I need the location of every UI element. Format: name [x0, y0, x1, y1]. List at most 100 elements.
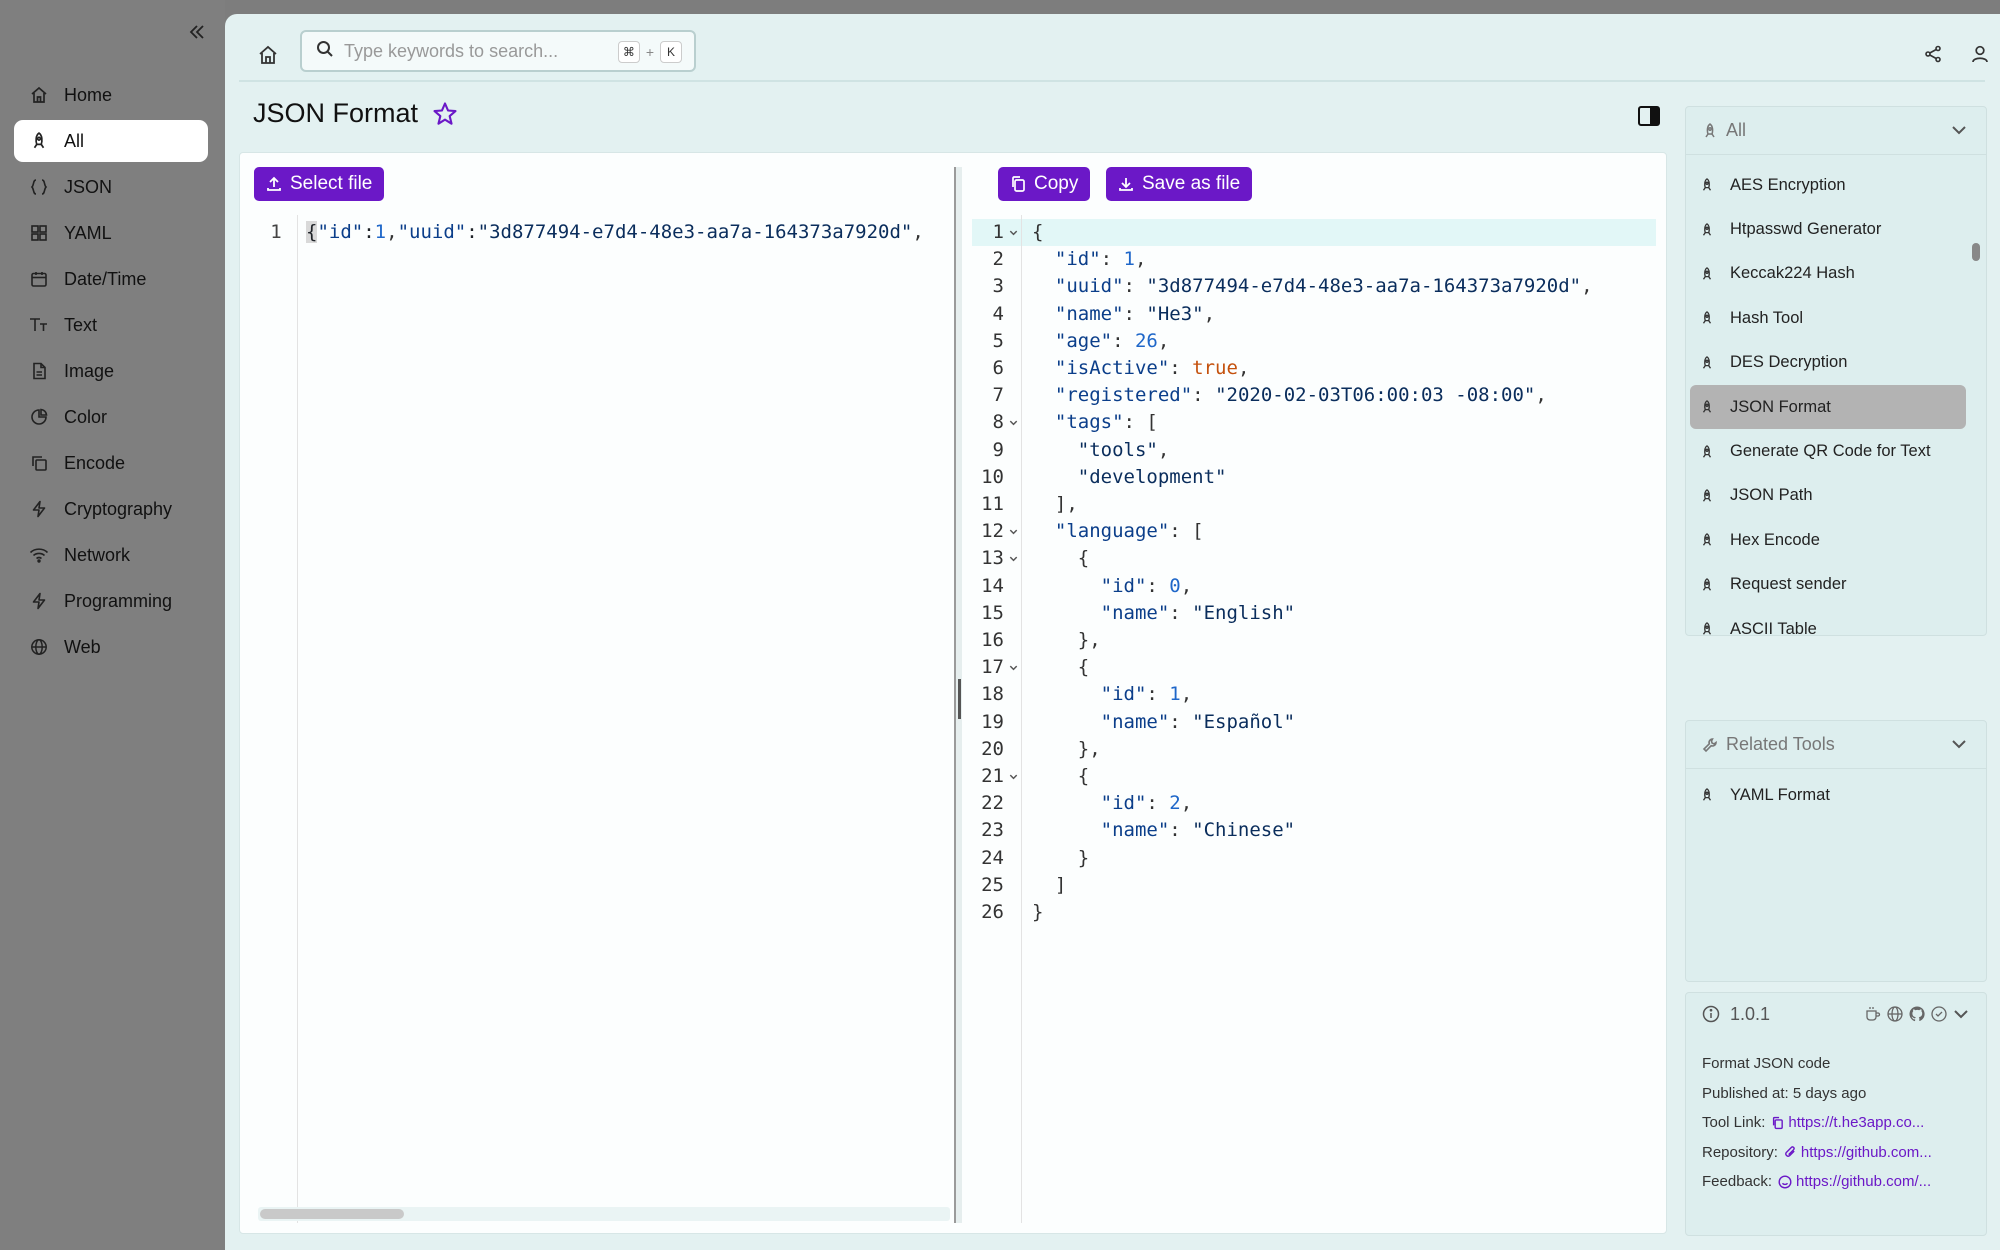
fold-chevron-icon[interactable] — [1008, 765, 1019, 792]
scrollbar-thumb[interactable] — [1972, 243, 1980, 261]
code-line: "name": "Español" — [1032, 709, 1295, 736]
related-tool-yaml-format[interactable]: YAML Format — [1690, 773, 1966, 817]
check-circle-icon[interactable] — [1930, 1005, 1948, 1028]
sidebar-item-programming[interactable]: Programming — [14, 580, 208, 622]
copy-button[interactable]: Copy — [998, 167, 1091, 201]
sidebar-item-cryptography[interactable]: Cryptography — [14, 488, 208, 530]
code-token: , — [1180, 683, 1193, 706]
sidebar-item-home[interactable]: Home — [14, 74, 208, 116]
tool-item-request-sender[interactable]: Request sender — [1690, 563, 1966, 607]
chevron-down-icon[interactable] — [1950, 121, 1968, 144]
scrollbar-thumb[interactable] — [260, 1209, 404, 1219]
input-horizontal-scrollbar[interactable] — [258, 1207, 950, 1221]
repository-link[interactable]: https://github.com... — [1784, 1144, 1932, 1161]
line-number: 11 — [981, 493, 1004, 515]
feedback-link-text: https://github.com/... — [1796, 1173, 1932, 1191]
feedback-link[interactable]: https://github.com/... — [1778, 1173, 1931, 1190]
sidebar-item-json[interactable]: JSON — [14, 166, 208, 208]
line-number: 13 — [981, 547, 1004, 570]
copy-icon — [1012, 176, 1025, 192]
pane-divider[interactable] — [954, 167, 962, 1223]
rocket-icon — [1700, 488, 1722, 504]
fold-chevron-icon[interactable] — [1008, 547, 1019, 574]
input-code[interactable]: {"id":1,"uuid":"3d877494-e7d4-48e3-aa7a-… — [306, 219, 924, 246]
code-token: "language" — [1054, 520, 1170, 543]
fold-chevron-icon[interactable] — [1008, 656, 1019, 683]
fold-chevron-icon[interactable] — [1008, 411, 1019, 438]
globe-icon[interactable] — [1886, 1005, 1904, 1028]
coffee-icon[interactable] — [1864, 1005, 1882, 1028]
fold-chevron-icon[interactable] — [1008, 221, 1019, 248]
text-size-icon — [28, 314, 50, 336]
rocket-icon — [1700, 787, 1722, 803]
grid-icon — [28, 222, 50, 244]
tool-link[interactable]: https://t.he3app.co... — [1771, 1114, 1924, 1131]
code-token: 1 — [1123, 248, 1135, 271]
sidebar-item-all[interactable]: All — [14, 120, 208, 162]
code-token: "id" — [1100, 792, 1147, 815]
tool-link-row: Tool Link: https://t.he3app.co... — [1686, 1108, 1986, 1138]
code-token: , — [1180, 574, 1193, 597]
code-token: : [ — [1123, 411, 1158, 434]
share-icon[interactable] — [1919, 40, 1947, 68]
line-number: 12 — [981, 520, 1004, 543]
tool-item-keccak224-hash[interactable]: Keccak224 Hash — [1690, 252, 1966, 296]
tool-item-label: Htpasswd Generator — [1730, 220, 1882, 239]
search-input[interactable] — [344, 40, 614, 62]
sidebar-item-date-time[interactable]: Date/Time — [14, 258, 208, 300]
collapse-sidebar-icon[interactable] — [183, 18, 211, 46]
tool-item-generate-qr-code-for-text[interactable]: Generate QR Code for Text — [1690, 429, 1966, 473]
paperclip-icon — [1785, 1146, 1795, 1158]
sidebar-item-network[interactable]: Network — [14, 534, 208, 576]
code-token: "name" — [1100, 819, 1170, 842]
output-editor[interactable]: 1 {2 "id": 1, 3 "uuid": "3d877494-e7d4-48e… — [972, 215, 1656, 1223]
code-line: "tags": [ — [1032, 409, 1158, 436]
toggle-panel-icon[interactable] — [1637, 104, 1663, 130]
tool-item-json-path[interactable]: JSON Path — [1690, 474, 1966, 518]
tool-info-panel: 1.0.1 Format JSON code Published at: 5 d… — [1685, 992, 1987, 1236]
tool-item-json-format[interactable]: JSON Format — [1690, 384, 1966, 430]
sidebar-item-color[interactable]: Color — [14, 396, 208, 438]
sidebar-item-label: Web — [64, 636, 101, 657]
code-line: "id": 0, — [1032, 573, 1193, 600]
sidebar-item-web[interactable]: Web — [14, 626, 208, 668]
code-line: "tools", — [1032, 437, 1170, 464]
favorite-star-icon[interactable] — [431, 100, 461, 130]
search-box[interactable]: ⌘ + K — [300, 30, 696, 72]
tool-item-aes-encryption[interactable]: AES Encryption — [1690, 163, 1966, 207]
home-icon[interactable] — [253, 40, 283, 70]
tools-scrollbar[interactable] — [1972, 177, 1980, 617]
fold-chevron-icon[interactable] — [1008, 520, 1019, 547]
tool-item-hash-tool[interactable]: Hash Tool — [1690, 296, 1966, 340]
sidebar-item-image[interactable]: Image — [14, 350, 208, 392]
sidebar-item-encode[interactable]: Encode — [14, 442, 208, 484]
chevron-down-icon[interactable] — [1950, 735, 1968, 758]
code-token: 26 — [1134, 329, 1158, 352]
tool-item-des-decryption[interactable]: DES Decryption — [1690, 341, 1966, 385]
user-icon[interactable] — [1966, 40, 1994, 68]
input-editor[interactable]: 1 {"id":1,"uuid":"3d877494-e7d4-48e3-aa7… — [254, 215, 954, 1223]
search-icon — [316, 40, 334, 63]
tool-item-hex-encode[interactable]: Hex Encode — [1690, 518, 1966, 562]
code-token: ] — [1032, 873, 1067, 896]
tools-panel: All AES Encryption Htpasswd Generator Kecc… — [1685, 106, 1987, 638]
save-as-file-button[interactable]: Save as file — [1106, 167, 1253, 201]
sidebar-item-text[interactable]: Text — [14, 304, 208, 346]
rocket-icon — [1700, 621, 1722, 637]
tool-item-ascii-table[interactable]: ASCII Table — [1690, 607, 1966, 651]
code-line: ], — [1032, 491, 1078, 518]
code-token: 1 — [1169, 683, 1181, 706]
text-cursor-char: { — [306, 221, 318, 243]
line-number: 9 — [992, 438, 1004, 461]
rocket-icon — [28, 130, 50, 152]
tool-item-htpasswd-generator[interactable]: Htpasswd Generator — [1690, 207, 1966, 251]
code-token: } — [1032, 846, 1090, 869]
sidebar-item-yaml[interactable]: YAML — [14, 212, 208, 254]
tools-panel-header[interactable]: All — [1686, 107, 1986, 155]
related-tools-header[interactable]: Related Tools — [1686, 721, 1986, 769]
github-icon[interactable] — [1908, 1005, 1926, 1028]
select-file-button[interactable]: Select file — [254, 167, 385, 201]
chevron-down-icon[interactable] — [1952, 1005, 1970, 1028]
code-token: "name" — [1100, 710, 1170, 733]
divider-grip[interactable] — [958, 679, 961, 719]
